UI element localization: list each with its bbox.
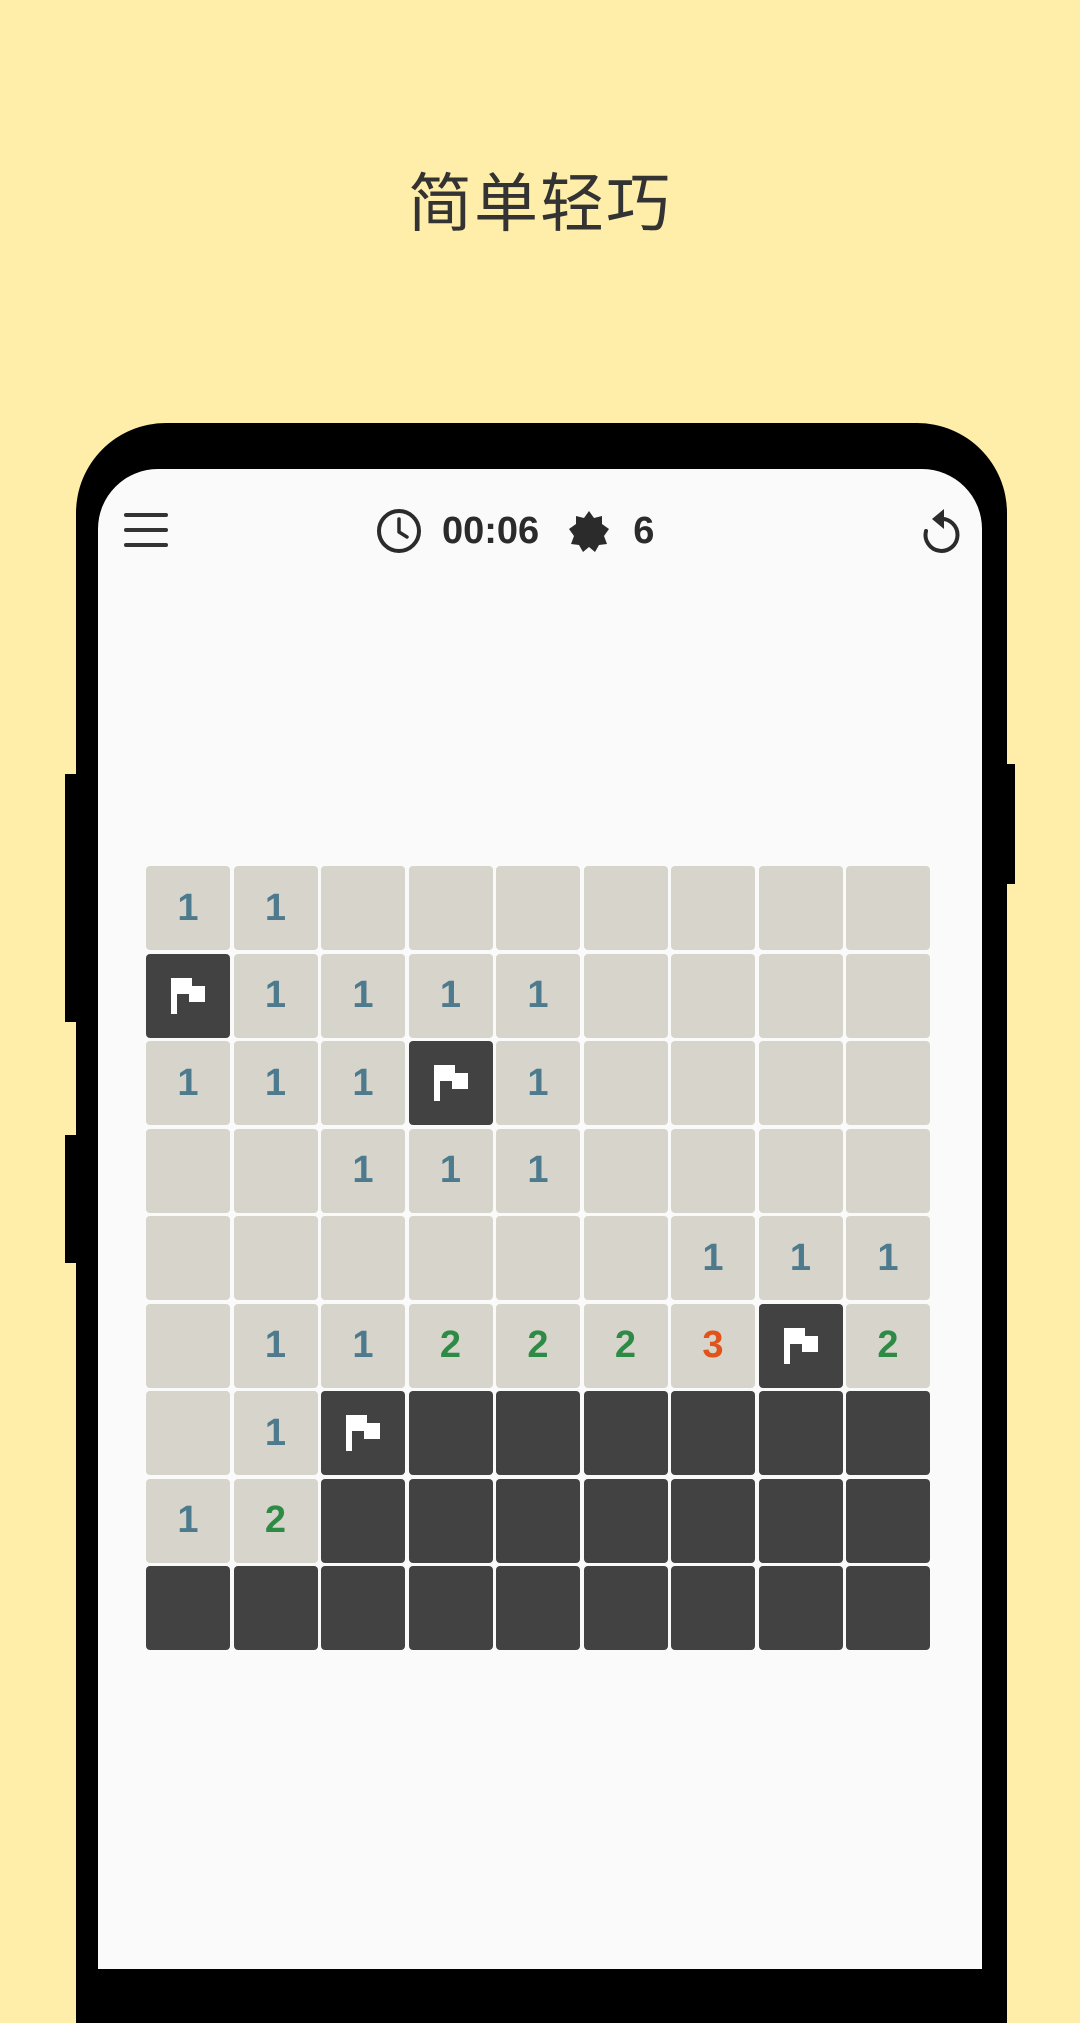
hamburger-menu-icon[interactable] <box>124 513 168 547</box>
cell-revealed[interactable] <box>846 1041 930 1125</box>
cell-revealed[interactable] <box>321 866 405 950</box>
cell-number[interactable]: 1 <box>321 1128 405 1213</box>
cell-revealed[interactable] <box>146 1216 230 1300</box>
cell-hidden[interactable] <box>408 1478 493 1563</box>
cell-hidden[interactable] <box>671 1478 755 1563</box>
cell-revealed[interactable] <box>671 866 755 950</box>
cell-hidden[interactable] <box>233 1566 318 1650</box>
phone-power-button <box>1003 764 1015 884</box>
flag-icon <box>783 1327 818 1364</box>
cell-revealed[interactable] <box>758 1128 843 1213</box>
cell-hidden[interactable] <box>321 1478 405 1563</box>
cell-hidden[interactable] <box>758 1391 843 1475</box>
phone-volume-up-button <box>65 774 79 1022</box>
cell-revealed[interactable] <box>583 1216 668 1300</box>
cell-number[interactable]: 1 <box>496 1041 580 1125</box>
cell-hidden[interactable] <box>846 1566 930 1650</box>
mines-remaining-count: 6 <box>633 509 655 552</box>
cell-number[interactable]: 2 <box>846 1303 930 1388</box>
restart-icon[interactable] <box>918 505 966 557</box>
phone-screen: 00:06 6 11111111111111111122232112 <box>98 469 982 1969</box>
cell-number[interactable]: 1 <box>233 1303 318 1388</box>
cell-number[interactable]: 1 <box>671 1216 755 1300</box>
cell-number[interactable]: 1 <box>496 953 580 1038</box>
cell-number[interactable]: 1 <box>321 1303 405 1388</box>
cell-number[interactable]: 1 <box>408 1128 493 1213</box>
cell-revealed[interactable] <box>758 953 843 1038</box>
cell-flagged[interactable] <box>321 1391 405 1475</box>
cell-revealed[interactable] <box>671 953 755 1038</box>
cell-number[interactable]: 1 <box>233 1041 318 1125</box>
cell-revealed[interactable] <box>583 1128 668 1213</box>
cell-revealed[interactable] <box>146 1303 230 1388</box>
cell-revealed[interactable] <box>671 1128 755 1213</box>
flag-icon <box>346 1415 380 1451</box>
cell-hidden[interactable] <box>496 1478 580 1563</box>
cell-number[interactable]: 1 <box>321 1041 405 1125</box>
game-toolbar: 00:06 6 <box>98 469 982 593</box>
clock-icon <box>377 509 421 553</box>
cell-revealed[interactable] <box>846 866 930 950</box>
cell-revealed[interactable] <box>583 953 668 1038</box>
cell-flagged[interactable] <box>146 953 230 1038</box>
game-status: 00:06 6 <box>376 505 654 557</box>
cell-number[interactable]: 1 <box>321 953 405 1038</box>
cell-revealed[interactable] <box>846 1128 930 1213</box>
cell-hidden[interactable] <box>671 1391 755 1475</box>
flag-icon <box>171 977 205 1014</box>
cell-revealed[interactable] <box>846 953 930 1038</box>
mine-icon <box>569 511 610 552</box>
cell-number[interactable]: 2 <box>496 1303 580 1388</box>
cell-hidden[interactable] <box>846 1391 930 1475</box>
cell-number[interactable]: 1 <box>758 1216 843 1300</box>
cell-hidden[interactable] <box>583 1478 668 1563</box>
cell-revealed[interactable] <box>671 1041 755 1125</box>
cell-revealed[interactable] <box>583 866 668 950</box>
cell-hidden[interactable] <box>758 1566 843 1650</box>
cell-revealed[interactable] <box>146 1128 230 1213</box>
cell-hidden[interactable] <box>846 1478 930 1563</box>
cell-number[interactable]: 1 <box>146 1478 230 1563</box>
cell-number[interactable]: 3 <box>671 1303 755 1388</box>
cell-hidden[interactable] <box>583 1391 668 1475</box>
cell-number[interactable]: 1 <box>233 953 318 1038</box>
cell-hidden[interactable] <box>146 1566 230 1650</box>
cell-number[interactable]: 2 <box>233 1478 318 1563</box>
cell-hidden[interactable] <box>583 1566 668 1650</box>
cell-hidden[interactable] <box>758 1478 843 1563</box>
cell-number[interactable]: 1 <box>408 953 493 1038</box>
cell-hidden[interactable] <box>408 1566 493 1650</box>
cell-hidden[interactable] <box>496 1566 580 1650</box>
cell-flagged[interactable] <box>408 1041 493 1125</box>
cell-revealed[interactable] <box>758 1041 843 1125</box>
cell-number[interactable]: 1 <box>846 1216 930 1300</box>
cell-revealed[interactable] <box>408 1216 493 1300</box>
cell-hidden[interactable] <box>408 1391 493 1475</box>
cell-number[interactable]: 2 <box>408 1303 493 1388</box>
timer-value: 00:06 <box>442 509 540 552</box>
cell-hidden[interactable] <box>671 1566 755 1650</box>
cell-revealed[interactable] <box>146 1391 230 1475</box>
cell-hidden[interactable] <box>321 1566 405 1650</box>
phone-volume-down-button <box>65 1135 79 1263</box>
cell-revealed[interactable] <box>408 866 493 950</box>
cell-revealed[interactable] <box>496 866 580 950</box>
cell-revealed[interactable] <box>583 1041 668 1125</box>
cell-number[interactable]: 1 <box>146 866 230 950</box>
cell-number[interactable]: 1 <box>146 1041 230 1125</box>
cell-revealed[interactable] <box>321 1216 405 1300</box>
minesweeper-board: 11111111111111111122232112 <box>146 866 933 1653</box>
promo-headline: 简单轻巧 <box>408 168 672 242</box>
cell-revealed[interactable] <box>233 1216 318 1300</box>
cell-revealed[interactable] <box>233 1128 318 1213</box>
cell-number[interactable]: 1 <box>233 866 318 950</box>
flag-icon <box>433 1065 468 1101</box>
cell-number[interactable]: 2 <box>583 1303 668 1388</box>
cell-number[interactable]: 1 <box>496 1128 580 1213</box>
cell-revealed[interactable] <box>496 1216 580 1300</box>
cell-number[interactable]: 1 <box>233 1391 318 1475</box>
cell-hidden[interactable] <box>496 1391 580 1475</box>
cell-revealed[interactable] <box>758 866 843 950</box>
cell-flagged[interactable] <box>758 1303 843 1388</box>
